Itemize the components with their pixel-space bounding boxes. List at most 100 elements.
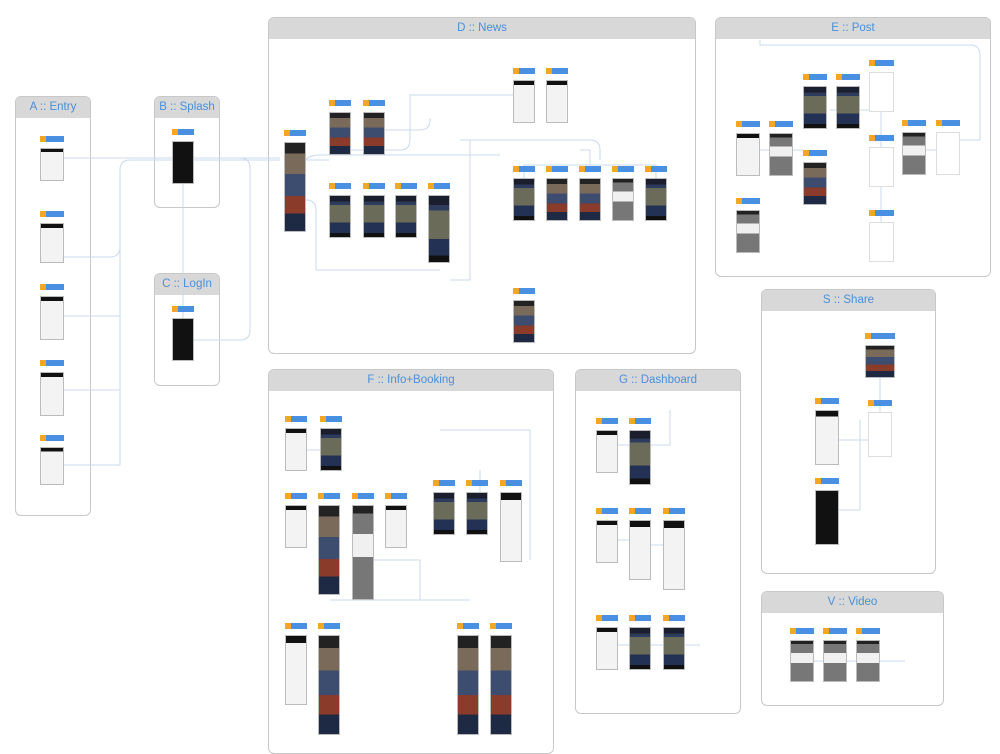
screen-thumbnail[interactable] — [936, 132, 960, 175]
screen-thumbnail[interactable] — [457, 635, 479, 735]
screen-thumbnail[interactable] — [629, 627, 651, 670]
screen-thumbnail[interactable] — [172, 141, 194, 184]
screen-thumbnail[interactable] — [363, 112, 385, 155]
screen-thumbnail[interactable] — [318, 505, 340, 595]
screen-thumbnail[interactable] — [546, 80, 568, 123]
screen-label — [500, 480, 522, 486]
screen-thumbnail[interactable] — [320, 428, 342, 471]
panel-title: E :: Post — [716, 18, 990, 39]
screen-label — [869, 210, 894, 216]
screen-label — [513, 166, 535, 172]
screen-label — [329, 100, 351, 106]
screen-label — [285, 623, 307, 629]
screen-thumbnail[interactable] — [803, 86, 827, 129]
screen-thumbnail[interactable] — [645, 178, 667, 221]
screen-thumbnail[interactable] — [865, 345, 895, 378]
screen-label — [329, 183, 351, 189]
screen-thumbnail[interactable] — [433, 492, 455, 535]
screen-label — [318, 623, 340, 629]
screen-thumbnail[interactable] — [352, 505, 374, 600]
panel-title: A :: Entry — [16, 97, 90, 118]
screen-thumbnail[interactable] — [490, 635, 512, 735]
screen-thumbnail[interactable] — [546, 178, 568, 221]
screen-thumbnail[interactable] — [40, 223, 64, 263]
panel-share[interactable]: S :: Share — [761, 289, 936, 574]
screen-label — [736, 121, 760, 127]
screen-thumbnail[interactable] — [869, 72, 894, 112]
panel-title: B :: Splash — [155, 97, 219, 118]
screen-label — [513, 288, 535, 294]
screen-thumbnail[interactable] — [596, 520, 618, 563]
screen-thumbnail[interactable] — [868, 412, 892, 457]
panel-title: V :: Video — [762, 592, 943, 613]
screen-label — [902, 120, 926, 126]
screen-thumbnail[interactable] — [815, 490, 839, 545]
screen-thumbnail[interactable] — [40, 148, 64, 181]
screen-thumbnail[interactable] — [629, 430, 651, 485]
screen-label — [663, 615, 685, 621]
screen-thumbnail[interactable] — [428, 195, 450, 263]
screen-thumbnail[interactable] — [40, 447, 64, 485]
screen-label — [936, 120, 960, 126]
screen-thumbnail[interactable] — [629, 520, 651, 580]
screen-label — [579, 166, 601, 172]
screen-thumbnail[interactable] — [663, 520, 685, 590]
screen-thumbnail[interactable] — [902, 132, 926, 175]
screen-label — [546, 166, 568, 172]
screen-thumbnail[interactable] — [395, 195, 417, 238]
screen-thumbnail[interactable] — [363, 195, 385, 238]
screen-thumbnail[interactable] — [596, 627, 618, 670]
screen-thumbnail[interactable] — [466, 492, 488, 535]
screen-label — [869, 135, 894, 141]
screen-thumbnail[interactable] — [329, 112, 351, 155]
screen-label — [172, 129, 194, 135]
screen-label — [285, 416, 307, 422]
screen-thumbnail[interactable] — [513, 178, 535, 221]
screen-thumbnail[interactable] — [736, 133, 760, 176]
screen-label — [513, 68, 535, 74]
screen-thumbnail[interactable] — [40, 296, 64, 340]
screen-thumbnail[interactable] — [769, 133, 793, 176]
screen-thumbnail[interactable] — [329, 195, 351, 238]
screen-thumbnail[interactable] — [579, 178, 601, 221]
panel-video[interactable]: V :: Video — [761, 591, 944, 706]
screen-thumbnail[interactable] — [736, 210, 760, 253]
screen-label — [546, 68, 568, 74]
screen-thumbnail[interactable] — [596, 430, 618, 473]
screen-label — [172, 306, 194, 312]
screen-thumbnail[interactable] — [500, 492, 522, 562]
screen-thumbnail[interactable] — [285, 505, 307, 548]
screen-label — [815, 398, 839, 404]
screen-thumbnail[interactable] — [823, 640, 847, 682]
screen-label — [428, 183, 450, 189]
screen-thumbnail[interactable] — [612, 178, 634, 221]
screen-label — [395, 183, 417, 189]
screen-thumbnail[interactable] — [172, 318, 194, 361]
screen-thumbnail[interactable] — [385, 505, 407, 548]
screen-thumbnail[interactable] — [513, 300, 535, 343]
screen-thumbnail[interactable] — [285, 428, 307, 471]
screen-thumbnail[interactable] — [790, 640, 814, 682]
screen-thumbnail[interactable] — [869, 222, 894, 262]
screen-thumbnail[interactable] — [815, 410, 839, 465]
screen-thumbnail[interactable] — [318, 635, 340, 735]
screen-label — [769, 121, 793, 127]
screen-label — [645, 166, 667, 172]
screen-thumbnail[interactable] — [856, 640, 880, 682]
screen-label — [869, 60, 894, 66]
screen-thumbnail[interactable] — [284, 142, 306, 232]
screen-thumbnail[interactable] — [836, 86, 860, 129]
panel-title: S :: Share — [762, 290, 935, 311]
screen-thumbnail[interactable] — [869, 147, 894, 187]
screen-thumbnail[interactable] — [513, 80, 535, 123]
screen-label — [803, 74, 827, 80]
screen-label — [856, 628, 880, 634]
screen-label — [466, 480, 488, 486]
screen-label — [629, 418, 651, 424]
screen-thumbnail[interactable] — [803, 162, 827, 205]
screen-thumbnail[interactable] — [663, 627, 685, 670]
screen-thumbnail[interactable] — [40, 372, 64, 416]
screen-label — [363, 100, 385, 106]
screen-thumbnail[interactable] — [285, 635, 307, 705]
screen-label — [790, 628, 814, 634]
